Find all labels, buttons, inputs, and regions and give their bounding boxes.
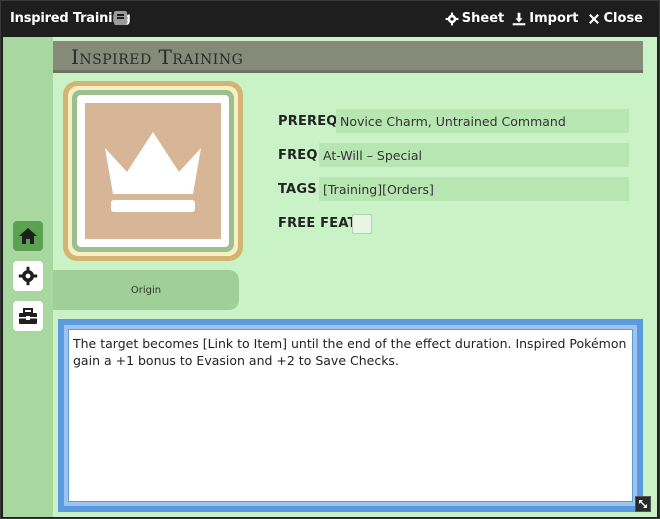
origin-label: Origin [130,284,162,296]
close-icon [588,13,599,24]
feat-header: Inspired Training [53,41,643,73]
window-titlebar[interactable]: Inspired Training Sheet Import Close [1,1,659,37]
gear-icon [18,266,38,286]
sheet-button-label: Sheet [461,11,505,26]
download-icon [512,12,526,25]
crown-icon [105,132,201,212]
tags-label: TAGS [278,181,317,197]
free-feat-field: FREE FEAT [278,211,372,235]
page-title: Inspired Training [71,45,244,69]
description-frame: The target becomes [Link to Item] until … [64,325,637,506]
gear-icon [445,12,459,25]
tags-input[interactable]: [Training][Orders] [319,177,629,201]
sidebar-item-toolbox[interactable] [13,301,43,331]
sidebar-item-settings[interactable] [13,261,43,291]
feat-window: Inspired Training Sheet Import Close Ins… [0,0,660,519]
prereq-field: PREREQ Novice Charm, Untrained Command [278,109,629,133]
journal-icon[interactable] [114,11,127,25]
sheet-content: Inspired Training Origin PREREQ Novice C… [3,37,657,517]
resize-icon [639,500,647,508]
tags-field: TAGS [Training][Orders] [278,177,629,201]
close-button[interactable]: Close [587,11,643,26]
free-feat-label: FREE FEAT [278,215,357,231]
resize-handle[interactable] [635,496,651,512]
import-button[interactable]: Import [512,11,579,26]
prereq-input[interactable]: Novice Charm, Untrained Command [336,109,629,133]
free-feat-checkbox[interactable] [352,214,372,234]
import-button-label: Import [529,11,579,26]
portrait-image [85,103,221,239]
window-title: Inspired Training [10,11,131,26]
description-panel: The target becomes [Link to Item] until … [58,319,643,512]
sidebar-item-home[interactable] [13,221,43,251]
description-editor[interactable]: The target becomes [Link to Item] until … [68,329,633,502]
sidebar [3,37,53,517]
prereq-label: PREREQ [278,113,338,129]
feat-portrait[interactable] [63,81,243,261]
window-actions: Sheet Import Close [445,11,643,26]
freq-input[interactable]: At-Will – Special [319,143,629,167]
origin-button[interactable]: Origin [53,270,239,310]
sheet-button[interactable]: Sheet [445,11,504,26]
home-icon [19,228,37,244]
toolbox-icon [19,308,37,324]
close-button-label: Close [603,11,643,26]
freq-field: FREQ At-Will – Special [278,143,629,167]
freq-label: FREQ [278,147,318,163]
